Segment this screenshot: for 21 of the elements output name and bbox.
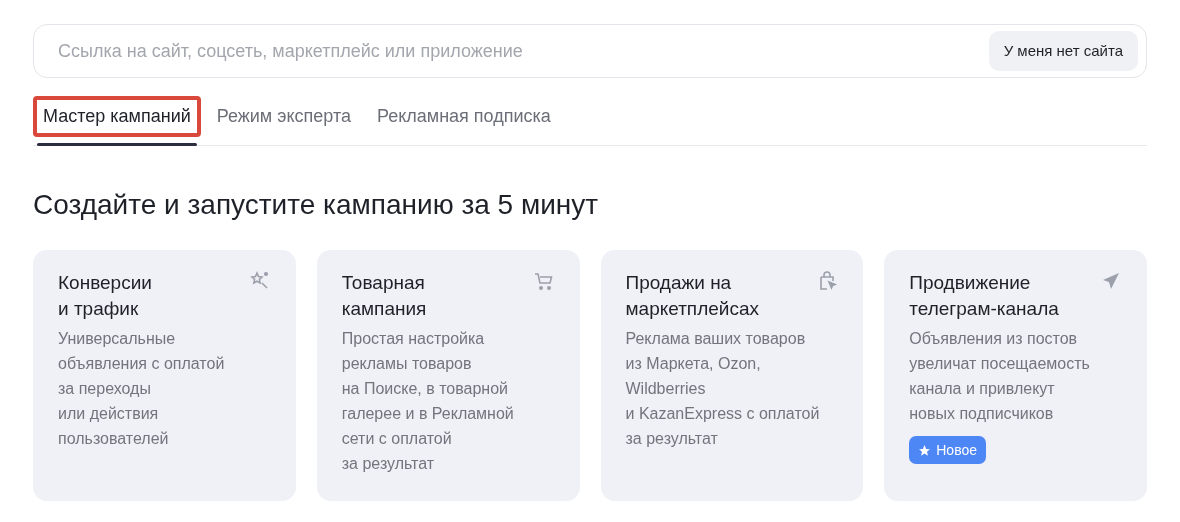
cart-icon bbox=[532, 270, 555, 292]
card-description: Объявления из постов увеличат посещаемость канала и привлекут новых подписчиков bbox=[909, 329, 1091, 424]
url-input[interactable]: Ссылка на сайт, соцсеть, маркетплейс или приложение bbox=[58, 37, 989, 65]
page-heading: Создайте и запустите кампанию за 5 минут bbox=[33, 188, 600, 222]
card-title: Продвижение телеграм-канала bbox=[909, 271, 1059, 321]
campaign-card[interactable]: Продвижение телеграм-канала Объявления из постов увеличат посещаемость канала и привлекут новых подписчиков Новое bbox=[884, 250, 1147, 501]
new-badge: Новое bbox=[909, 436, 986, 464]
no-site-button[interactable]: У меня нет сайта bbox=[988, 31, 1138, 71]
campaign-card[interactable]: Конверсии и трафик Универсальные объявления с оплатой за переходы или действия пользователей bbox=[33, 250, 296, 501]
campaign-card[interactable]: Продажи на маркетплейсах Реклама ваших товаров из Маркета, Ozon, Wildberries и KazanExpress с оплатой за результат bbox=[600, 250, 864, 501]
card-description: Реклама ваших товаров из Маркета, Ozon, Wildberries и KazanExpress с оплатой за результат bbox=[625, 329, 821, 449]
card-title: Конверсии и трафик bbox=[58, 271, 152, 321]
card-description: Простая настройка рекламы товаров на Поиске, в товарной галерее и в Рекламной сети с оплатой за результат bbox=[341, 329, 515, 474]
tab[interactable]: Режим эксперта bbox=[206, 94, 361, 145]
tab[interactable]: Рекламная подписка bbox=[366, 94, 561, 145]
star-icon bbox=[918, 443, 932, 457]
card-description: Универсальные объявления с оплатой за переходы или действия пользователей bbox=[58, 329, 226, 449]
card-title: Товарная кампания bbox=[341, 271, 427, 321]
card-title: Продажи на маркетплейсах bbox=[625, 271, 759, 321]
search-field[interactable]: Ссылка на сайт, соцсеть, маркетплейс или приложение У меня нет сайта bbox=[33, 24, 1147, 78]
campaign-card[interactable]: Товарная кампания Простая настройка рекламы товаров на Поиске, в товарной галерее и в Рекламной сети с оплатой за результат bbox=[316, 250, 580, 501]
